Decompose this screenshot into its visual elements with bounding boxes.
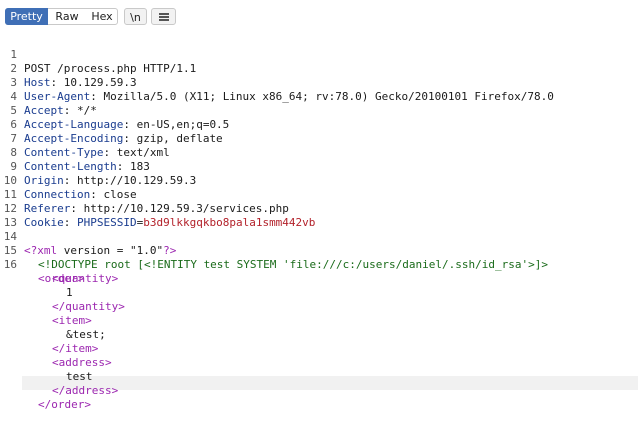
editor-line: 8 Content-Length: 183 [0,132,638,173]
editor-line: 14 <?xml version = "1.0"?> [0,216,638,257]
editor-line: <address> [0,342,638,369]
editor-line: 6 Accept-Encoding: gzip, deflate [0,104,638,145]
editor-line: 4 Accept: */* [0,76,638,117]
editor-line: 10 Connection: close [0,160,638,201]
editor-line: 7 Content-Type: text/xml [0,118,638,159]
editor-line: &test; [0,314,638,341]
editor-line: 3 User-Agent: Mozilla/5.0 (X11; Linux x8… [0,62,638,103]
editor-line: test [0,356,638,383]
editor-line: </order> [0,384,638,411]
editor-line: 9 Origin: http://10.129.59.3 [0,146,638,187]
editor-line: 2 Host: 10.129.59.3 [0,48,638,89]
editor-line: 1 POST /process.php HTTP/1.1 [0,34,638,75]
editor-line: 12 Cookie: PHPSESSID=b3d9lkkgqkbo8pala1s… [0,188,638,229]
editor-line: </quantity> [0,286,638,313]
editor-line: </item> [0,328,638,355]
request-editor[interactable]: 1 POST /process.php HTTP/1.1 2 Host: 10.… [0,34,638,412]
options-menu-button[interactable] [151,8,176,25]
raw-tab[interactable]: Raw [52,8,82,25]
pretty-tab[interactable]: Pretty [5,8,48,25]
hamburger-menu-icon [158,13,169,21]
editor-line: </address> [0,370,638,397]
editor-line: 5 Accept-Language: en-US,en;q=0.5 [0,90,638,131]
editor-line: <item> [0,300,638,327]
editor-line: 13 [0,202,638,229]
hex-tab[interactable]: Hex [87,8,117,25]
editor-line: <quantity> [0,258,638,285]
editor-line: 16 <order> [0,244,638,285]
editor-line: 1 [0,272,638,299]
message-editor-toolbar: Pretty Raw Hex \n [0,0,638,34]
editor-line: 15 <!DOCTYPE root [<!ENTITY test SYSTEM … [0,230,638,271]
xml-tag: </order> [38,398,91,411]
show-newlines-button[interactable]: \n [124,8,147,25]
editor-line: 11 Referer: http://10.129.59.3/services.… [0,174,638,215]
